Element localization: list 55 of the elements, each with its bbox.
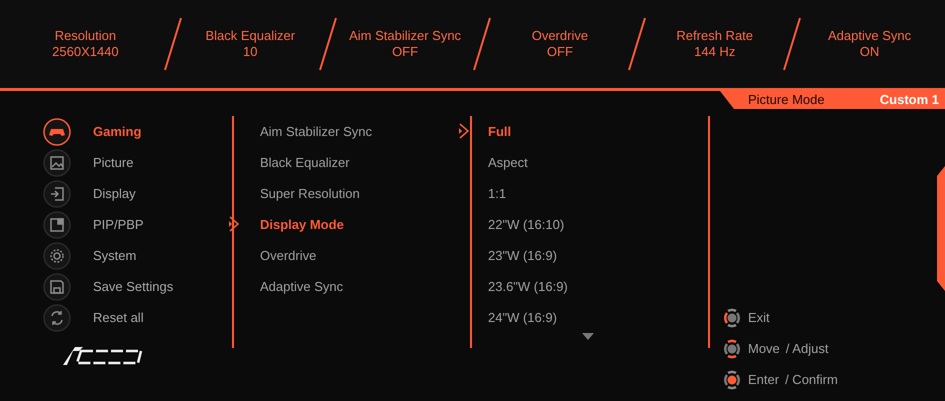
option-item[interactable]: 22"W (16:10) — [488, 209, 708, 240]
menu-item[interactable]: System — [43, 240, 232, 271]
input-icon — [43, 180, 71, 208]
hint-label: Move — [748, 340, 780, 358]
slash-divider — [162, 17, 183, 71]
picture-mode-label: Picture Mode — [748, 91, 825, 110]
hint-label: Enter — [748, 370, 780, 389]
status-value: 144 Hz — [694, 44, 736, 60]
status-label: Resolution — [54, 28, 116, 44]
status-value: 2560X1440 — [52, 44, 119, 60]
status-value: OFF — [546, 44, 573, 60]
status-label: Aim Stabilizer Sync — [349, 28, 462, 44]
joystick-icon — [722, 370, 742, 390]
slash-divider — [627, 17, 648, 71]
image-icon — [43, 148, 71, 176]
menu-item[interactable]: Reset all — [43, 302, 232, 333]
pip-icon — [43, 210, 71, 238]
status-label: Black Equalizer — [205, 28, 296, 44]
gamepad-icon — [43, 118, 71, 146]
status-label: Adaptive Sync — [828, 28, 912, 44]
option-item[interactable]: 23"W (16:9) — [488, 240, 708, 271]
status-value: ON — [860, 44, 880, 60]
submenu-item[interactable]: Super Resolution — [260, 178, 470, 209]
menu-item[interactable]: Gaming — [43, 116, 232, 147]
option-item[interactable]: 23.6"W (16:9) — [488, 271, 708, 302]
status-value: 10 — [243, 44, 258, 60]
slash-divider — [472, 17, 492, 71]
hint-label: / Adjust — [786, 340, 828, 358]
menu-item[interactable]: Picture — [43, 147, 232, 178]
submenu-item[interactable]: Black Equalizer — [260, 147, 470, 178]
joystick-icon — [722, 338, 742, 358]
floppy-icon — [43, 272, 71, 300]
option-item[interactable]: Full — [488, 116, 708, 147]
status-label: Overdrive — [532, 28, 588, 44]
scroll-down-icon — [582, 333, 594, 341]
option-item[interactable]: Aspect — [488, 147, 708, 178]
option-item[interactable]: 1:1 — [488, 178, 708, 209]
refresh-icon — [43, 304, 71, 332]
menu-item[interactable]: Save Settings — [43, 271, 232, 302]
submenu-item[interactable]: Display Mode — [260, 209, 470, 240]
hint-label: / Confirm — [785, 370, 838, 389]
slash-divider — [782, 17, 802, 71]
submenu-item[interactable]: Aim Stabilizer Sync — [260, 116, 470, 147]
submenu-item[interactable]: Overdrive — [260, 240, 470, 271]
menu-item[interactable]: Display — [43, 178, 232, 209]
submenu-item[interactable]: Adaptive Sync — [260, 271, 470, 302]
status-label: Refresh Rate — [676, 28, 754, 44]
slash-divider — [318, 17, 338, 71]
picture-mode-value: Custom 1 — [880, 91, 939, 110]
option-item[interactable]: 24"W (16:9) — [488, 302, 708, 333]
menu-item[interactable]: PIP/PBP — [43, 209, 232, 240]
status-value: OFF — [392, 44, 418, 60]
joystick-icon — [722, 308, 742, 328]
gear-icon — [43, 242, 71, 270]
hint-label: Exit — [748, 308, 770, 327]
